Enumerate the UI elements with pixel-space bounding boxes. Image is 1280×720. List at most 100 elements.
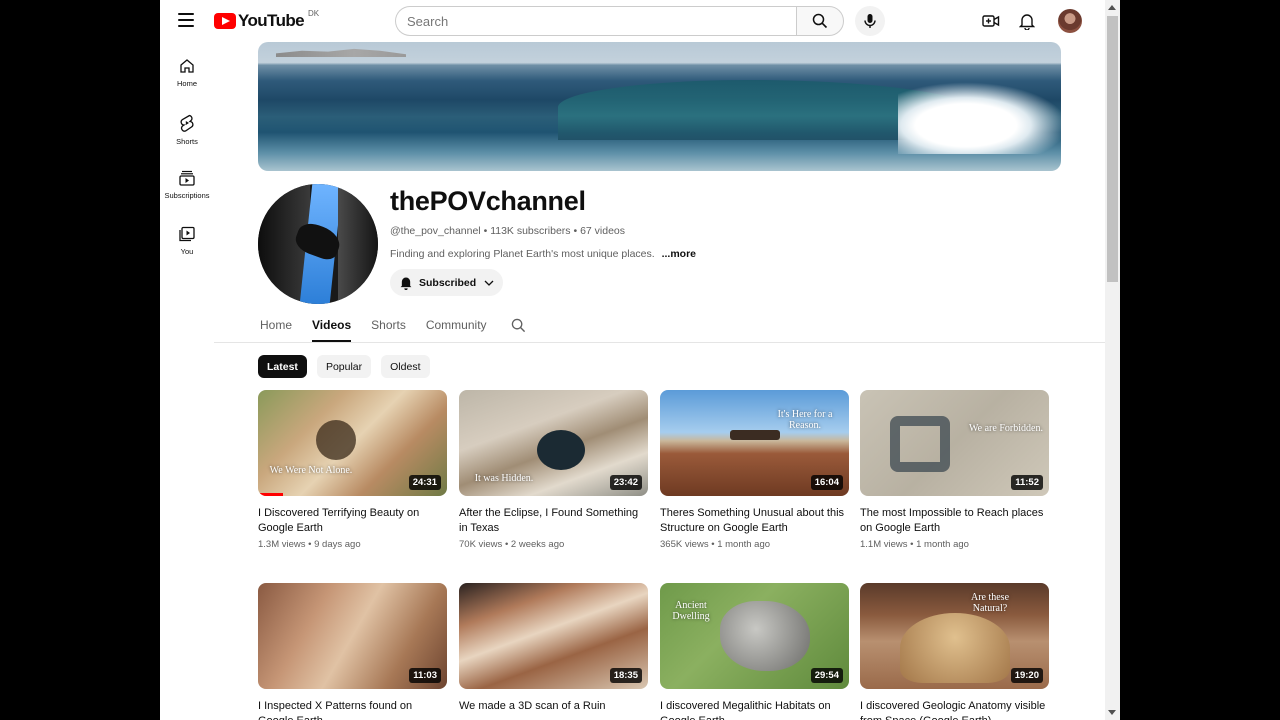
channel-avatar[interactable] — [258, 184, 378, 304]
video-thumbnail[interactable]: 11:03 — [258, 583, 447, 689]
tab-shorts[interactable]: Shorts — [371, 310, 406, 342]
voice-search-button[interactable] — [855, 6, 885, 36]
video-views: 1.3M views — [258, 539, 306, 550]
video-duration: 23:42 — [609, 475, 642, 490]
thumb-overlay-text: Ancient Dwelling — [672, 600, 710, 622]
video-duration: 24:31 — [408, 475, 441, 490]
video-card[interactable]: We are Forbidden. 11:52 The most Impossi… — [860, 390, 1049, 550]
thumb-arch — [316, 420, 356, 460]
meta-separator: • — [711, 539, 715, 550]
thumb-pool — [537, 430, 585, 470]
guide-item-shorts[interactable]: Shorts — [160, 106, 214, 162]
video-card[interactable]: Are these Natural? 19:20 I discovered Ge… — [860, 583, 1049, 720]
chip-latest[interactable]: Latest — [258, 355, 307, 378]
tab-community[interactable]: Community — [426, 310, 487, 342]
channel-banner — [258, 42, 1061, 171]
thumb-structure — [730, 430, 780, 440]
subscribed-button[interactable]: Subscribed — [390, 269, 503, 296]
channel-description[interactable]: Finding and exploring Planet Earth's mos… — [390, 248, 696, 260]
video-views: 1.1M views — [860, 539, 908, 550]
video-card[interactable]: 18:35 We made a 3D scan of a Ruin — [459, 583, 648, 720]
video-thumbnail[interactable]: Ancient Dwelling 29:54 — [660, 583, 849, 689]
thumb-overlay-text: We are Forbidden. — [969, 423, 1043, 434]
video-title[interactable]: I discovered Megalithic Habitats on Goog… — [660, 699, 849, 720]
subscriptions-icon — [179, 170, 195, 186]
guide-item-you[interactable]: You — [160, 218, 214, 274]
video-thumbnail[interactable]: It was Hidden. 23:42 — [459, 390, 648, 496]
thumb-square — [890, 416, 950, 472]
tab-home[interactable]: Home — [260, 310, 292, 342]
video-age: 1 month ago — [916, 539, 969, 550]
scroll-up-arrow[interactable] — [1108, 5, 1116, 10]
microphone-icon — [864, 14, 876, 28]
video-duration: 19:20 — [1010, 668, 1043, 683]
video-card[interactable]: It's Here for a Reason. 16:04 Theres Som… — [660, 390, 849, 550]
guide-item-label: Subscriptions — [164, 191, 210, 200]
video-title[interactable]: The most Impossible to Reach places on G… — [860, 506, 1049, 536]
avatar-rock-right — [338, 184, 378, 304]
search-box — [395, 6, 797, 36]
video-meta: 365K views • 1 month ago — [660, 539, 849, 550]
video-meta: 70K views • 2 weeks ago — [459, 539, 648, 550]
you-icon — [179, 226, 195, 242]
video-title[interactable]: After the Eclipse, I Found Something in … — [459, 506, 648, 536]
tab-videos[interactable]: Videos — [312, 310, 352, 342]
search-icon — [812, 13, 828, 29]
channel-search-button[interactable] — [511, 310, 526, 338]
create-video-icon — [982, 15, 1000, 27]
subscriber-count: 113K subscribers — [490, 225, 571, 237]
thumb-overlay-text: It's Here for a Reason. — [777, 409, 833, 431]
meta-separator: • — [308, 539, 312, 550]
video-age: 9 days ago — [314, 539, 361, 550]
video-title[interactable]: We made a 3D scan of a Ruin — [459, 699, 648, 720]
logo-text: YouTube — [238, 11, 305, 30]
subscribed-label: Subscribed — [419, 276, 477, 289]
video-title[interactable]: Theres Something Unusual about this Stru… — [660, 506, 849, 536]
guide-item-subscriptions[interactable]: Subscriptions — [160, 162, 214, 218]
video-duration: 29:54 — [810, 668, 843, 683]
channel-tabs: Home Videos Shorts Community — [260, 310, 526, 342]
video-title[interactable]: I Discovered Terrifying Beauty on Google… — [258, 506, 447, 536]
thumb-rocks — [720, 601, 810, 671]
scrollbar-thumb[interactable] — [1107, 16, 1118, 282]
video-title[interactable]: I Inspected X Patterns found on Google E… — [258, 699, 447, 720]
youtube-channel-page: YouTube DK Home Shorts Su — [160, 0, 1120, 720]
scroll-down-arrow[interactable] — [1108, 710, 1116, 715]
mini-guide: Home Shorts Subscriptions You — [160, 50, 214, 274]
sort-chips: Latest Popular Oldest — [258, 355, 440, 378]
chip-oldest[interactable]: Oldest — [381, 355, 430, 378]
video-title[interactable]: I discovered Geologic Anatomy visible fr… — [860, 699, 1049, 720]
country-code: DK — [308, 8, 320, 18]
search-input[interactable] — [407, 13, 797, 29]
meta-separator: • — [573, 225, 578, 237]
create-button[interactable] — [981, 11, 1001, 31]
video-card[interactable]: We Were Not Alone. 24:31 I Discovered Te… — [258, 390, 447, 550]
video-card[interactable]: It was Hidden. 23:42 After the Eclipse, … — [459, 390, 648, 550]
masthead: YouTube DK — [160, 0, 1105, 42]
video-thumbnail[interactable]: 18:35 — [459, 583, 648, 689]
video-duration: 18:35 — [609, 668, 642, 683]
account-avatar[interactable] — [1058, 9, 1082, 33]
guide-item-home[interactable]: Home — [160, 50, 214, 106]
search-button[interactable] — [796, 6, 844, 36]
meta-separator: • — [483, 225, 488, 237]
more-link[interactable]: ...more — [662, 248, 696, 260]
video-thumbnail[interactable]: We Were Not Alone. 24:31 — [258, 390, 447, 496]
banner-foam — [898, 82, 1061, 154]
meta-separator: • — [910, 539, 914, 550]
video-duration: 11:03 — [409, 668, 441, 683]
video-thumbnail[interactable]: It's Here for a Reason. 16:04 — [660, 390, 849, 496]
video-thumbnail[interactable]: Are these Natural? 19:20 — [860, 583, 1049, 689]
video-card[interactable]: Ancient Dwelling 29:54 I discovered Mega… — [660, 583, 849, 720]
chip-popular[interactable]: Popular — [316, 355, 372, 378]
menu-icon[interactable] — [178, 13, 194, 27]
video-thumbnail[interactable]: We are Forbidden. 11:52 — [860, 390, 1049, 496]
video-card[interactable]: 11:03 I Inspected X Patterns found on Go… — [258, 583, 447, 720]
guide-item-label: You — [180, 247, 194, 256]
youtube-logo[interactable]: YouTube DK — [214, 8, 320, 32]
thumb-overlay-text: It was Hidden. — [474, 473, 534, 484]
notifications-button[interactable] — [1017, 11, 1037, 31]
page-scrollbar[interactable] — [1105, 0, 1120, 720]
video-meta: 1.3M views • 9 days ago — [258, 539, 447, 550]
video-meta: 1.1M views • 1 month ago — [860, 539, 1049, 550]
